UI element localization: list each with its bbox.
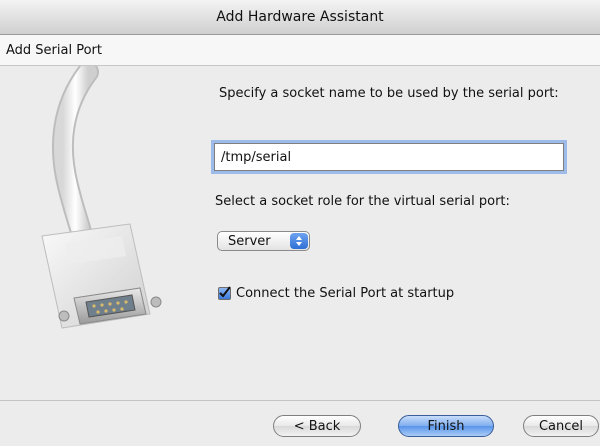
checkmark-icon [219,286,231,298]
title-bar[interactable]: Add Hardware Assistant [0,0,600,35]
content-pane: Specify a socket name to be used by the … [0,66,600,376]
back-button[interactable]: < Back [273,415,361,437]
socket-name-prompt: Specify a socket name to be used by the … [219,86,559,101]
socket-role-prompt: Select a socket role for the virtual ser… [215,194,510,209]
socket-role-select[interactable]: Server [217,231,310,251]
up-down-arrows-icon [290,233,308,249]
step-title: Add Serial Port [6,42,102,58]
cancel-button[interactable]: Cancel [523,415,599,437]
add-hardware-window: Add Hardware Assistant Add Serial Port S… [0,0,600,446]
connect-at-startup-label[interactable]: Connect the Serial Port at startup [236,286,454,301]
connect-at-startup-row: Connect the Serial Port at startup [218,286,454,301]
socket-name-input[interactable] [214,143,564,171]
serial-cable-connector-icon [41,66,162,329]
window-title: Add Hardware Assistant [216,9,384,25]
button-bar: < Back Finish Cancel [0,400,600,446]
finish-button[interactable]: Finish [398,415,494,437]
step-header: Add Serial Port [0,35,600,66]
connect-at-startup-checkbox[interactable] [218,286,231,300]
socket-role-value: Server [228,233,271,249]
